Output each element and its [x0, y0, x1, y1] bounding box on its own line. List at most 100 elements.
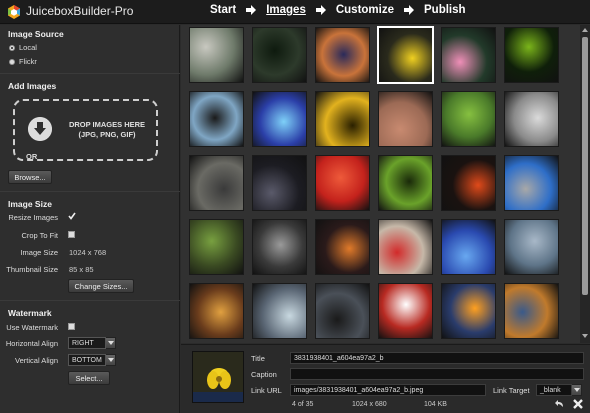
checkmark-icon[interactable] [68, 212, 76, 220]
radio-flickr-label: Flickr [19, 57, 37, 66]
gallery-thumbnail[interactable] [441, 155, 496, 211]
use-watermark-label: Use Watermark [6, 323, 58, 332]
gallery-thumbnail[interactable] [377, 26, 434, 84]
gallery-thumbnail[interactable] [378, 155, 433, 211]
wizard-steps: Start Images Customize Publish [208, 4, 468, 16]
gallery-thumbnail[interactable] [252, 155, 307, 211]
resize-images-label: Resize Images [8, 213, 58, 222]
or-label: OR [26, 152, 38, 161]
undo-icon[interactable] [555, 399, 565, 409]
app-logo-icon [8, 5, 20, 19]
image-size-title: Image Size [8, 199, 52, 209]
horizontal-align-select[interactable]: RIGHT [68, 337, 106, 349]
gallery-thumbnail[interactable] [252, 219, 307, 275]
step-publish[interactable]: Publish [422, 4, 468, 16]
crop-to-fit-checkbox[interactable] [68, 231, 75, 238]
radio-local-label: Local [19, 43, 37, 52]
watermark-title: Watermark [8, 308, 52, 318]
image-size-value: 1024 x 768 [69, 248, 107, 257]
gallery-thumbnail[interactable] [378, 283, 433, 339]
arrow-right-icon [315, 5, 326, 15]
link-target-select[interactable]: _blank [536, 384, 572, 396]
drop-zone-line1: DROP IMAGES HERE [68, 120, 146, 129]
image-source-title: Image Source [8, 29, 64, 39]
gallery-thumbnail[interactable] [504, 27, 559, 83]
gallery-thumbnail[interactable] [504, 219, 559, 275]
step-customize[interactable]: Customize [334, 4, 396, 16]
image-size-label: Image Size [20, 248, 58, 257]
scroll-down-icon[interactable] [582, 333, 588, 339]
gallery-thumbnail[interactable] [315, 283, 370, 339]
gallery-thumbnail[interactable] [441, 219, 496, 275]
change-sizes-button[interactable]: Change Sizes... [68, 279, 134, 293]
radio-button[interactable] [9, 44, 15, 51]
select-watermark-button[interactable]: Select... [68, 371, 110, 385]
gallery-thumbnail[interactable] [252, 91, 307, 147]
thumbnail-size-label: Thumbnail Size [6, 265, 58, 274]
caption-label: Caption [251, 370, 277, 379]
gallery-thumbnail[interactable] [252, 283, 307, 339]
delete-icon[interactable] [573, 399, 583, 409]
top-bar: JuiceboxBuilder-Pro Start Images Customi… [0, 0, 590, 24]
image-dimensions: 1024 x 680 [352, 401, 387, 408]
divider [0, 73, 180, 74]
link-url-input[interactable]: images/3831938401_a604ea97a2_b.jpeg [290, 384, 486, 396]
gallery-thumbnail[interactable] [315, 155, 370, 211]
horizontal-align-label: Horizontal Align [5, 339, 58, 348]
drop-zone-text: DROP IMAGES HERE (JPG, PNG, GIF) [61, 120, 153, 140]
use-watermark-checkbox[interactable] [68, 323, 75, 330]
gallery-thumbnail[interactable] [504, 91, 559, 147]
settings-panel: Image Source Local Flickr Add Images DRO… [0, 25, 180, 413]
divider [0, 191, 180, 192]
vertical-align-label: Vertical Align [15, 356, 58, 365]
gallery-thumbnail[interactable] [189, 91, 244, 147]
gallery-thumbnail[interactable] [189, 155, 244, 211]
radio-local[interactable]: Local [9, 43, 37, 52]
link-target-label: Link Target [493, 386, 530, 395]
chevron-down-icon[interactable] [106, 337, 116, 349]
scrollbar[interactable] [580, 25, 590, 343]
vertical-align-select[interactable]: BOTTOM [68, 354, 106, 366]
gallery-thumbnail[interactable] [504, 155, 559, 211]
scroll-up-icon[interactable] [582, 27, 588, 33]
title-label: Title [251, 354, 265, 363]
scrollbar-thumb[interactable] [582, 37, 588, 295]
chevron-down-icon[interactable] [572, 384, 582, 396]
thumbnail-gallery [181, 25, 590, 343]
chevron-down-icon[interactable] [106, 354, 116, 366]
gallery-thumbnail[interactable] [189, 283, 244, 339]
gallery-thumbnail[interactable] [315, 27, 370, 83]
caption-input[interactable] [290, 368, 584, 380]
flower-image [193, 352, 243, 402]
radio-button[interactable] [9, 58, 15, 65]
gallery-thumbnail[interactable] [441, 91, 496, 147]
gallery-thumbnail[interactable] [315, 91, 370, 147]
gallery-thumbnail[interactable] [378, 91, 433, 147]
download-arrow-icon [28, 117, 52, 141]
gallery-thumbnail[interactable] [252, 27, 307, 83]
gallery-thumbnail[interactable] [189, 219, 244, 275]
image-filesize: 104 KB [424, 401, 447, 408]
arrow-right-icon [246, 5, 257, 15]
drop-zone-line2: (JPG, PNG, GIF) [78, 130, 136, 139]
gallery-thumbnail[interactable] [504, 283, 559, 339]
link-url-label: Link URL [251, 386, 282, 395]
gallery-thumbnail[interactable] [441, 283, 496, 339]
divider [0, 300, 180, 301]
browse-button[interactable]: Browse... [8, 170, 52, 184]
gallery-thumbnail[interactable] [441, 27, 496, 83]
gallery-thumbnail[interactable] [378, 219, 433, 275]
app-title: JuiceboxBuilder-Pro [26, 4, 134, 18]
image-index: 4 of 35 [292, 401, 314, 408]
gallery-thumbnail[interactable] [315, 219, 370, 275]
image-detail-panel: Title 3831938401_a604ea97a2_b Caption Li… [181, 344, 590, 413]
title-input[interactable]: 3831938401_a604ea97a2_b [290, 352, 584, 364]
gallery-thumbnail[interactable] [189, 27, 244, 83]
thumbnail-size-value: 85 x 85 [69, 265, 94, 274]
radio-flickr[interactable]: Flickr [9, 57, 37, 66]
thumbnail-grid [189, 26, 559, 339]
arrow-right-icon [404, 5, 414, 15]
step-start[interactable]: Start [208, 4, 238, 16]
add-images-title: Add Images [8, 81, 57, 91]
step-images[interactable]: Images [264, 4, 308, 16]
